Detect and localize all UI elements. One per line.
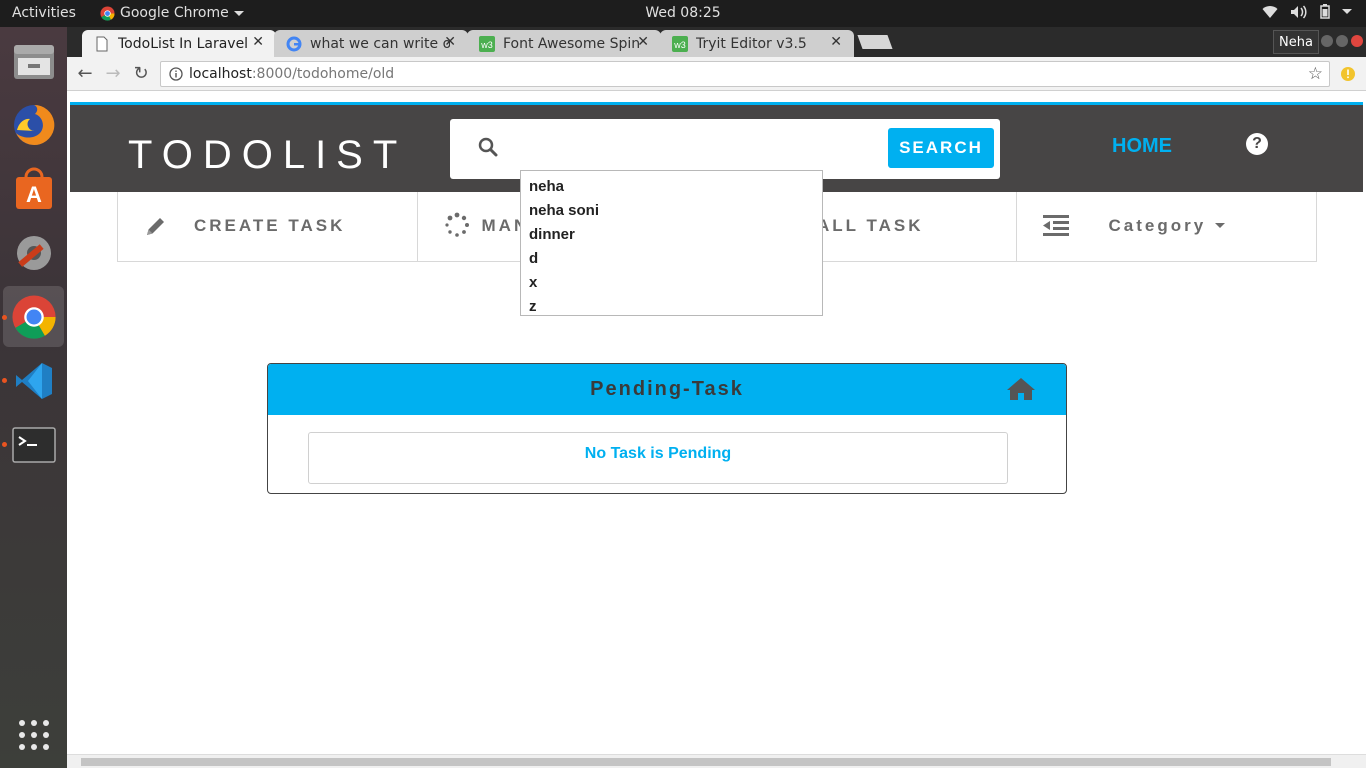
close-icon[interactable]: ✕: [830, 34, 842, 50]
chevron-down-icon: [1342, 9, 1352, 14]
svg-text:w3: w3: [673, 40, 686, 50]
url-host: localhost: [189, 66, 252, 82]
page-content: TODOLIST SEARCH HOME ? CREATE TASK MAN A…: [70, 93, 1363, 753]
reload-button[interactable]: ↻: [131, 64, 151, 84]
category-dropdown[interactable]: Category: [1017, 192, 1317, 261]
page-icon: [96, 36, 108, 52]
running-indicator: [2, 378, 7, 383]
close-window-button[interactable]: [1351, 35, 1363, 47]
suggestion-item[interactable]: dinner: [521, 223, 822, 247]
svg-text:A: A: [26, 182, 42, 207]
horizontal-scrollbar[interactable]: [67, 754, 1366, 768]
pending-task-panel: Pending-Task No Task is Pending: [267, 363, 1067, 494]
battery-icon: [1320, 4, 1330, 19]
chrome-icon: [100, 5, 115, 21]
forward-button[interactable]: →: [103, 64, 123, 84]
extension-alert-icon[interactable]: [1340, 66, 1356, 82]
home-link[interactable]: HOME: [1112, 135, 1172, 158]
wifi-icon: [1262, 5, 1278, 18]
home-icon[interactable]: [1006, 376, 1036, 402]
clock[interactable]: Wed 08:25: [645, 5, 720, 21]
google-icon: [286, 36, 302, 52]
suggestion-item[interactable]: d: [521, 247, 822, 271]
close-icon[interactable]: ✕: [637, 34, 649, 50]
pencil-icon: [147, 218, 164, 235]
outdent-icon: [1042, 215, 1069, 236]
tab-todolist[interactable]: TodoList In Laravel ✕: [82, 30, 276, 57]
profile-button[interactable]: Neha: [1273, 30, 1319, 54]
category-label: Category: [1108, 216, 1207, 235]
search-button[interactable]: SEARCH: [888, 128, 994, 168]
dock: A: [0, 27, 67, 768]
app-menu-label: Google Chrome: [120, 5, 229, 21]
scrollbar-thumb[interactable]: [81, 758, 1331, 766]
url-path: :8000/todohome/old: [251, 66, 395, 82]
all-task-label: ALL TASK: [817, 216, 924, 235]
running-indicator: [2, 442, 7, 447]
empty-message: No Task is Pending: [308, 432, 1008, 484]
minimize-button[interactable]: [1321, 35, 1333, 47]
software-center-icon[interactable]: A: [3, 158, 64, 219]
tab-font-awesome-spin[interactable]: w3 Font Awesome Spin ✕: [467, 30, 661, 57]
volume-icon: [1291, 5, 1307, 18]
w3schools-icon: w3: [672, 36, 688, 52]
suggestion-item[interactable]: z: [521, 295, 822, 319]
brand-logo[interactable]: TODOLIST: [128, 133, 407, 178]
browser-toolbar: ← → ↻ localhost:8000/todohome/old ☆: [67, 57, 1366, 91]
search-input[interactable]: [512, 133, 872, 165]
firefox-icon[interactable]: [3, 94, 64, 155]
gnome-top-bar: Activities Google Chrome Wed 08:25: [0, 0, 1366, 27]
app-grid-icon[interactable]: [3, 704, 64, 765]
bookmark-star-icon[interactable]: ☆: [1308, 64, 1323, 84]
chrome-icon[interactable]: [3, 286, 64, 347]
search-suggestions: neha neha soni dinner d x z: [520, 170, 823, 316]
panel-title: Pending-Task: [590, 378, 744, 400]
caret-down-icon: [1214, 223, 1225, 228]
terminal-icon[interactable]: [3, 414, 64, 475]
close-icon[interactable]: ✕: [252, 34, 264, 50]
svg-text:w3: w3: [480, 40, 493, 50]
search-icon: [478, 137, 498, 157]
new-tab-button[interactable]: [857, 35, 893, 49]
settings-icon[interactable]: [3, 222, 64, 283]
files-icon[interactable]: [3, 30, 64, 91]
tab-google-search[interactable]: what we can write o ✕: [274, 30, 468, 57]
system-tray[interactable]: [1262, 4, 1352, 19]
activities-button[interactable]: Activities: [12, 5, 76, 21]
maximize-button[interactable]: [1336, 35, 1348, 47]
tab-tryit-editor[interactable]: w3 Tryit Editor v3.5 ✕: [660, 30, 854, 57]
back-button[interactable]: ←: [75, 64, 95, 84]
tab-strip: TodoList In Laravel ✕ what we can write …: [67, 27, 1366, 57]
suggestion-item[interactable]: x: [521, 271, 822, 295]
w3schools-icon: w3: [479, 36, 495, 52]
help-icon[interactable]: ?: [1246, 133, 1268, 155]
create-task-label: CREATE TASK: [194, 216, 346, 235]
create-task-button[interactable]: CREATE TASK: [118, 192, 418, 261]
address-bar[interactable]: localhost:8000/todohome/old ☆: [160, 61, 1330, 87]
chrome-window: TodoList In Laravel ✕ what we can write …: [67, 27, 1366, 768]
running-indicator: [2, 315, 7, 320]
suggestion-item[interactable]: neha soni: [521, 199, 822, 223]
app-menu[interactable]: Google Chrome: [100, 5, 244, 21]
panel-header: Pending-Task: [268, 364, 1066, 415]
chevron-down-icon: [233, 10, 244, 16]
vscode-icon[interactable]: [3, 350, 64, 411]
close-icon[interactable]: ✕: [444, 34, 456, 50]
info-icon: [169, 67, 183, 81]
suggestion-item[interactable]: neha: [521, 175, 822, 199]
spinner-icon: [444, 212, 469, 237]
